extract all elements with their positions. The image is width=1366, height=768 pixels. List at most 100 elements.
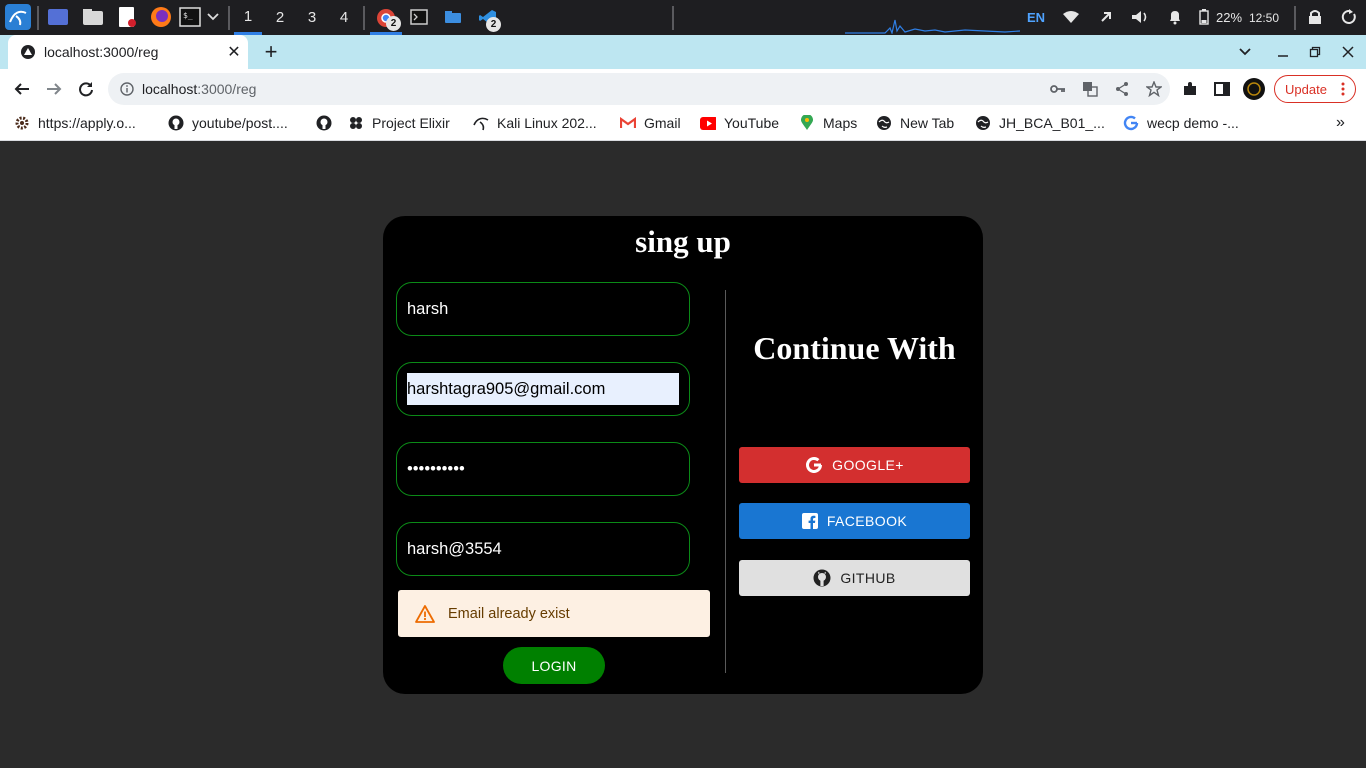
svg-text:$_: $_ [183, 11, 193, 20]
password-value: •••••••••• [407, 459, 465, 478]
bookmark-label: New Tab [900, 115, 955, 131]
kali-menu-icon[interactable] [4, 3, 32, 31]
window-close-icon[interactable] [1335, 39, 1361, 65]
bookmark-youtube-post[interactable]: youtube/post.... [168, 109, 288, 137]
folder-task-icon[interactable] [442, 7, 464, 27]
chrome-task-icon[interactable]: 2 [370, 4, 402, 35]
taskbar-separator [1294, 6, 1296, 30]
battery-icon[interactable] [1196, 8, 1212, 26]
chrome-badge: 2 [386, 16, 401, 31]
bookmark-gmail[interactable]: Gmail [620, 109, 681, 137]
info-icon[interactable] [120, 82, 134, 96]
confirm-password-field[interactable]: harsh@3554 [396, 522, 690, 576]
page-content: sing up harsh harshtagra905@gmail.com ••… [0, 142, 1366, 768]
update-button[interactable]: Update [1274, 75, 1356, 103]
chevron-down-icon[interactable] [205, 9, 221, 25]
gmail-icon [620, 115, 636, 131]
browser-tab[interactable]: localhost:3000/reg ✕ [8, 35, 248, 69]
bookmark-new-tab[interactable]: New Tab [876, 109, 954, 137]
more-bookmarks-button[interactable]: » [1336, 109, 1345, 137]
warning-icon [415, 604, 435, 623]
bookmark-jh-bca[interactable]: JH_BCA_B01_... [975, 109, 1105, 137]
keyboard-language[interactable]: EN [1027, 0, 1045, 35]
bookmark-label: Gmail [644, 115, 681, 131]
bookmark-label: Maps [823, 115, 858, 131]
workspace-3[interactable]: 3 [298, 0, 326, 35]
facebook-icon [801, 513, 818, 529]
login-button[interactable]: LOGIN [503, 647, 605, 684]
firefox-icon[interactable] [149, 5, 173, 29]
share-icon[interactable] [1106, 81, 1138, 97]
bookmark-github[interactable] [316, 109, 340, 137]
url-text[interactable]: localhost:3000/reg [142, 81, 1042, 97]
bookmark-kali-linux[interactable]: Kali Linux 202... [473, 109, 597, 137]
terminal-task-icon[interactable] [408, 7, 430, 27]
email-field[interactable]: harshtagra905@gmail.com [396, 362, 690, 416]
key-icon[interactable] [1042, 84, 1074, 94]
url-path: :3000/reg [197, 81, 257, 97]
translate-icon[interactable] [1074, 81, 1106, 97]
google-label: GOOGLE+ [832, 457, 904, 473]
forward-icon[interactable] [40, 75, 68, 103]
workspace-1[interactable]: 1 [234, 0, 262, 35]
desktop-icon[interactable] [47, 7, 69, 27]
bookmark-project-elixir[interactable]: Project Elixir [348, 109, 450, 137]
terminal-icon[interactable]: $_ [179, 6, 201, 28]
volume-icon[interactable] [1129, 8, 1151, 26]
confirm-password-value: harsh@3554 [407, 539, 502, 558]
file-manager-icon[interactable] [81, 7, 105, 27]
taskbar-separator [228, 6, 230, 30]
bookmark-maps[interactable]: Maps [799, 109, 857, 137]
bookmark-label: wecp demo -... [1147, 115, 1239, 131]
power-icon[interactable] [1338, 8, 1360, 26]
taskbar: $_ 1 2 3 4 2 2 EN 22% 12:50 [0, 0, 1366, 35]
restore-icon[interactable] [1302, 39, 1328, 65]
bookmark-label: youtube/post.... [192, 115, 288, 131]
taskbar-separator [672, 6, 674, 30]
name-field[interactable]: harsh [396, 282, 690, 336]
workspace-4[interactable]: 4 [330, 0, 358, 35]
continue-with-heading: Continue With [753, 330, 956, 366]
bookmark-youtube[interactable]: YouTube [700, 109, 779, 137]
tab-search-chevron-icon[interactable] [1232, 39, 1258, 65]
avatar[interactable] [1240, 75, 1268, 103]
favicon-icon [21, 45, 35, 59]
github-button[interactable]: GITHUB [739, 560, 970, 596]
side-panel-icon[interactable] [1208, 75, 1236, 103]
bookmark-label: YouTube [724, 115, 780, 131]
wifi-icon[interactable] [1061, 8, 1081, 26]
link-icon[interactable] [1096, 8, 1116, 26]
bell-icon[interactable] [1165, 8, 1185, 26]
facebook-label: FACEBOOK [826, 513, 908, 529]
back-icon[interactable] [8, 75, 36, 103]
workspace-2[interactable]: 2 [266, 0, 294, 35]
bookmark-label: Kali Linux 202... [497, 115, 597, 131]
star-icon[interactable] [1138, 81, 1170, 97]
address-bar[interactable]: localhost:3000/reg [108, 73, 1170, 105]
elixir-icon [348, 115, 364, 131]
minimize-icon[interactable] [1270, 39, 1296, 65]
password-field[interactable]: •••••••••• [396, 442, 690, 496]
name-value: harsh [407, 299, 449, 318]
google-button[interactable]: GOOGLE+ [739, 447, 970, 483]
bookmark-label: Project Elixir [372, 115, 450, 131]
bookmark-apply[interactable]: https://apply.o... [14, 109, 136, 137]
bookmark-label: JH_BCA_B01_... [999, 115, 1105, 131]
bookmark-wecp-demo[interactable]: wecp demo -... [1123, 109, 1239, 137]
new-tab-button[interactable]: + [258, 39, 284, 65]
clock[interactable]: 12:50 [1249, 0, 1279, 35]
kali-icon [473, 115, 489, 131]
close-icon[interactable]: ✕ [220, 42, 248, 62]
reload-icon[interactable] [72, 75, 100, 103]
extensions-icon[interactable] [1176, 75, 1204, 103]
github-label: GITHUB [840, 570, 896, 586]
tab-title: localhost:3000/reg [44, 44, 159, 60]
vscode-task-icon[interactable]: 2 [476, 6, 501, 32]
globe-icon [876, 115, 892, 131]
lock-icon[interactable] [1305, 8, 1325, 26]
battery-percent: 22% [1216, 10, 1243, 25]
taskbar-separator [363, 6, 365, 30]
facebook-button[interactable]: FACEBOOK [739, 503, 970, 539]
text-editor-icon[interactable] [116, 6, 138, 28]
url-host: localhost [142, 81, 198, 97]
